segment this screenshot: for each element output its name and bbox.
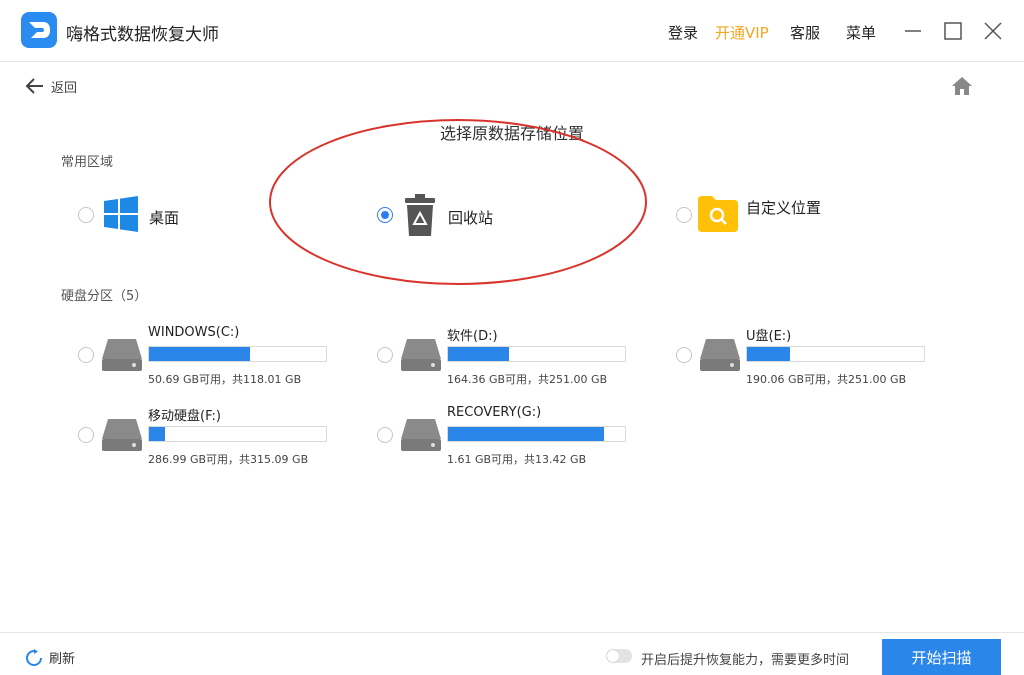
drive-item[interactable]: U盘(E:) 190.06 GB可用，共251.00 GB <box>676 325 936 389</box>
enhance-toggle[interactable] <box>606 649 632 663</box>
drive-usage-bar <box>447 426 626 442</box>
title-bar: 嗨格式数据恢复大师 登录 开通VIP 客服 菜单 <box>0 0 1024 62</box>
page-title: 选择原数据存储位置 <box>439 124 584 143</box>
desktop-label[interactable]: 桌面 <box>149 207 179 228</box>
refresh-label: 刷新 <box>49 652 76 667</box>
app-logo-icon <box>21 12 57 48</box>
drive-radio[interactable] <box>377 427 393 443</box>
recycle-bin-label[interactable]: 回收站 <box>448 207 493 228</box>
folder-search-icon <box>698 196 738 232</box>
drive-radio[interactable] <box>78 427 94 443</box>
start-scan-button[interactable]: 开始扫描 <box>882 639 1001 675</box>
hard-disk-icon <box>102 419 142 451</box>
drive-capacity-text: 50.69 GB可用，共118.01 GB <box>148 373 302 386</box>
hard-disk-icon <box>700 339 740 371</box>
drive-name: WINDOWS(C:) <box>148 325 240 340</box>
menu-link[interactable]: 菜单 <box>846 22 876 43</box>
back-label: 返回 <box>51 80 78 96</box>
drive-usage-fill <box>448 427 604 441</box>
drive-name: RECOVERY(G:) <box>447 405 542 420</box>
drive-radio[interactable] <box>78 347 94 363</box>
drive-item[interactable]: 移动硬盘(F:) 286.99 GB可用，共315.09 GB <box>78 405 338 469</box>
drive-name: 移动硬盘(F:) <box>148 409 221 424</box>
drive-usage-bar <box>148 346 327 362</box>
desktop-radio[interactable] <box>78 207 94 223</box>
back-button[interactable]: 返回 <box>25 76 77 96</box>
drive-item[interactable]: WINDOWS(C:) 50.69 GB可用，共118.01 GB <box>78 325 338 389</box>
app-title: 嗨格式数据恢复大师 <box>66 25 219 45</box>
custom-location-radio[interactable] <box>676 207 692 223</box>
drive-usage-bar <box>148 426 327 442</box>
drive-capacity-text: 164.36 GB可用，共251.00 GB <box>447 373 608 386</box>
drive-capacity-text: 1.61 GB可用，共13.42 GB <box>447 453 587 466</box>
footer-bar: 刷新 开启后提升恢复能力，需要更多时间 开始扫描 <box>0 632 1024 675</box>
drive-usage-fill <box>448 347 510 361</box>
drive-usage-bar <box>447 346 626 362</box>
drive-item[interactable]: 软件(D:) 164.36 GB可用，共251.00 GB <box>377 325 637 389</box>
drive-name: U盘(E:) <box>746 329 792 344</box>
drive-usage-fill <box>747 347 790 361</box>
arrow-left-icon <box>25 78 43 94</box>
drive-capacity-text: 190.06 GB可用，共251.00 GB <box>746 373 907 386</box>
login-link[interactable]: 登录 <box>668 22 698 43</box>
drive-radio[interactable] <box>377 347 393 363</box>
hard-disk-icon <box>401 339 441 371</box>
drive-item[interactable]: RECOVERY(G:) 1.61 GB可用，共13.42 GB <box>377 405 637 469</box>
home-icon[interactable] <box>950 74 974 98</box>
recycle-bin-radio[interactable] <box>377 207 393 223</box>
refresh-button[interactable]: 刷新 <box>25 648 75 667</box>
service-link[interactable]: 客服 <box>790 22 820 43</box>
minimize-icon[interactable] <box>900 18 926 44</box>
hard-disk-icon <box>401 419 441 451</box>
drive-usage-fill <box>149 427 165 441</box>
enhance-toggle-label: 开启后提升恢复能力，需要更多时间 <box>641 653 850 668</box>
maximize-icon[interactable] <box>940 18 966 44</box>
partitions-label: 硬盘分区（5） <box>61 289 148 304</box>
close-icon[interactable] <box>980 18 1006 44</box>
vip-link[interactable]: 开通VIP <box>715 22 769 43</box>
custom-location-label[interactable]: 自定义位置 <box>746 197 821 218</box>
drive-capacity-text: 286.99 GB可用，共315.09 GB <box>148 453 309 466</box>
refresh-icon <box>26 648 42 666</box>
drive-name: 软件(D:) <box>447 329 498 344</box>
drive-usage-fill <box>149 347 250 361</box>
drive-usage-bar <box>746 346 925 362</box>
drive-radio[interactable] <box>676 347 692 363</box>
recycle-bin-icon <box>405 194 435 236</box>
hard-disk-icon <box>102 339 142 371</box>
windows-icon <box>104 196 138 232</box>
common-area-label: 常用区域 <box>61 155 114 170</box>
